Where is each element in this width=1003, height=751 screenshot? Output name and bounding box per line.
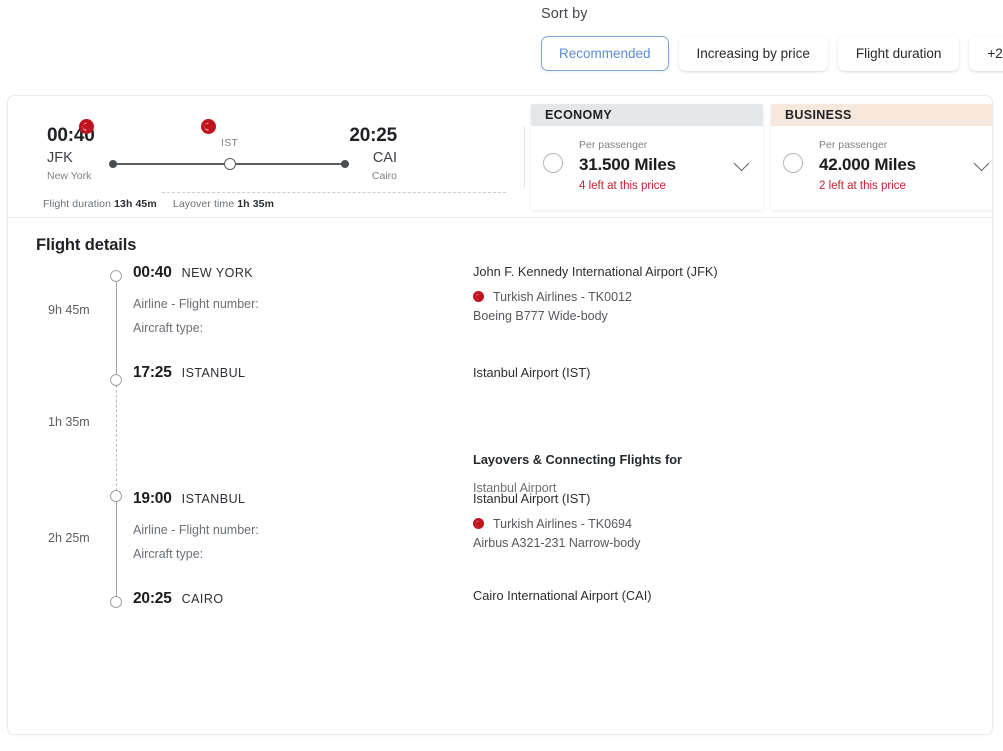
fare-select-radio-economy[interactable]: [543, 153, 563, 173]
route-timeline: [109, 158, 349, 170]
stop-city: NEW YORK: [181, 266, 254, 280]
stop-detail-column: John F. Kennedy International Airport (J…: [473, 264, 893, 323]
layover-detail-column: Layovers & Connecting Flights for Istanb…: [473, 452, 893, 495]
flight-details-section: Flight details 9h 45m 1h 35m 2h 25m 00:4…: [8, 218, 992, 734]
airport-name: John F. Kennedy International Airport (J…: [473, 264, 718, 279]
turkish-airlines-logo-icon: [473, 518, 484, 530]
itinerary-panel: 00:40 JFK New York 20:25 CAI Cairo IST F…: [7, 95, 993, 735]
sort-option-label: Increasing by price: [696, 46, 810, 61]
aircraft-type-value: Boeing B777 Wide-body: [473, 308, 608, 323]
arrival-city: Cairo: [371, 170, 397, 183]
airline-row: Turkish Airlines - TK0012: [473, 290, 893, 304]
timeline-stop-istanbul-departure: 19:00 ISTANBUL Airline - Flight number: …: [133, 490, 773, 566]
stopover-code: IST: [221, 137, 239, 149]
aircraft-type-value: Airbus A321-231 Narrow-body: [473, 535, 641, 550]
timeline-stop-istanbul-arrival: 17:25 ISTANBUL Istanbul Airport (IST): [133, 364, 773, 382]
departure-city: New York: [47, 170, 92, 183]
stop-time: 17:25: [133, 364, 172, 381]
leg-duration-2: 2h 25m: [48, 531, 90, 545]
sort-options-group: Recommended Increasing by price Flight d…: [541, 36, 1003, 71]
arrival-block: 20:25 CAI Cairo: [341, 126, 397, 182]
timeline-node-departure: [110, 270, 122, 282]
flight-duration-label: Flight duration: [43, 198, 112, 210]
airport-name: Cairo International Airport (CAI): [473, 588, 652, 603]
sort-option-more[interactable]: +2 ▼: [969, 36, 1003, 71]
airport-name: Istanbul Airport (IST): [473, 365, 591, 380]
timeline-segment-leg1: [115, 276, 117, 380]
sort-option-label: Recommended: [559, 46, 651, 61]
flight-itinerary-page: Sort by Recommended Increasing by price …: [0, 0, 1003, 751]
turkish-airlines-logo-icon: [473, 291, 484, 303]
leg-duration-1: 9h 45m: [48, 303, 90, 317]
timeline-segment-layover: [115, 380, 117, 496]
timeline-stop-cairo: 20:25 CAIRO Cairo International Airport …: [133, 588, 773, 608]
airline-row: Turkish Airlines - TK0694: [473, 517, 893, 531]
fare-expand-chevron-down-icon[interactable]: [733, 155, 750, 172]
fare-cabin-label: BUSINESS: [771, 104, 992, 126]
stop-city: CAIRO: [181, 592, 224, 606]
flight-details-title: Flight details: [36, 236, 137, 254]
sort-by-label: Sort by: [541, 6, 588, 22]
layover-time-label: Layover time: [172, 198, 235, 210]
sort-option-label: +2: [987, 46, 1003, 61]
flight-duration-value: 13h 45m: [114, 198, 157, 210]
sort-option-recommended[interactable]: Recommended: [541, 36, 669, 71]
fare-per-passenger-label: Per passenger: [819, 139, 888, 151]
summary-meta: Flight duration 13h 45m Layover time 1h …: [43, 198, 274, 210]
layover-duration: 1h 35m: [48, 415, 90, 429]
timeline-stop-new-york: 00:40 NEW YORK Airline - Flight number: …: [133, 264, 773, 340]
fare-seats-left-economy: 4 left at this price: [579, 179, 666, 192]
sort-bar: Sort by Recommended Increasing by price …: [541, 6, 1003, 71]
fare-card-economy[interactable]: ECONOMY Per passenger 31.500 Miles 4 lef…: [531, 104, 763, 210]
fare-price-business: 42.000 Miles: [819, 154, 916, 174]
timeline-node-arrival-ist: [110, 374, 122, 386]
timeline-rail: [110, 270, 122, 615]
sort-option-label: Flight duration: [855, 46, 942, 61]
fare-cabin-label: ECONOMY: [531, 104, 763, 126]
airline-flight-number-value: Turkish Airlines - TK0012: [493, 289, 632, 304]
stop-detail-column: Cairo International Airport (CAI): [473, 588, 893, 605]
arrival-airport-code: CAI: [372, 149, 397, 166]
fare-select-radio-business[interactable]: [783, 153, 803, 173]
timeline-node-departure-ist: [110, 490, 122, 502]
fare-expand-chevron-down-icon[interactable]: [973, 155, 990, 172]
stop-time: 20:25: [133, 590, 172, 607]
summary-vertical-divider: [524, 126, 525, 188]
stop-detail-column: Istanbul Airport (IST): [473, 365, 893, 382]
stop-time: 00:40: [133, 264, 172, 281]
stop-time: 19:00: [133, 490, 172, 507]
departure-block: 00:40 JFK New York: [47, 126, 95, 182]
sort-option-increasing-by-price[interactable]: Increasing by price: [678, 36, 828, 71]
sort-option-flight-duration[interactable]: Flight duration: [837, 36, 960, 71]
airport-name: Istanbul Airport (IST): [473, 491, 591, 506]
route-stopover-node: [224, 158, 236, 170]
timeline-segment-leg2: [115, 496, 117, 602]
timeline-node-arrival-cai: [110, 596, 122, 608]
stop-city: ISTANBUL: [181, 492, 246, 506]
fare-per-passenger-label: Per passenger: [579, 139, 648, 151]
airline-flight-number-value: Turkish Airlines - TK0694: [493, 516, 632, 531]
fare-seats-left-business: 2 left at this price: [819, 179, 906, 192]
layover-title: Layovers & Connecting Flights for: [473, 452, 683, 467]
turkish-airlines-logo-icon: [201, 119, 216, 134]
layover-time-value: 1h 35m: [237, 198, 275, 210]
arrival-time: 20:25: [349, 125, 397, 146]
fare-price-economy: 31.500 Miles: [579, 154, 676, 174]
departure-airport-code: JFK: [47, 149, 73, 166]
stop-detail-column: Istanbul Airport (IST) Turkish Airlines …: [473, 491, 893, 550]
route-summary-card: 00:40 JFK New York 20:25 CAI Cairo IST F…: [25, 104, 528, 210]
turkish-airlines-logo-icon: [79, 119, 94, 134]
flight-summary-row: 00:40 JFK New York 20:25 CAI Cairo IST F…: [8, 96, 992, 218]
fare-card-business[interactable]: BUSINESS Per passenger 42.000 Miles 2 le…: [771, 104, 992, 210]
route-origin-dot: [109, 160, 117, 168]
route-destination-dot: [341, 160, 349, 168]
stop-city: ISTANBUL: [181, 366, 246, 380]
summary-divider: [162, 192, 506, 193]
